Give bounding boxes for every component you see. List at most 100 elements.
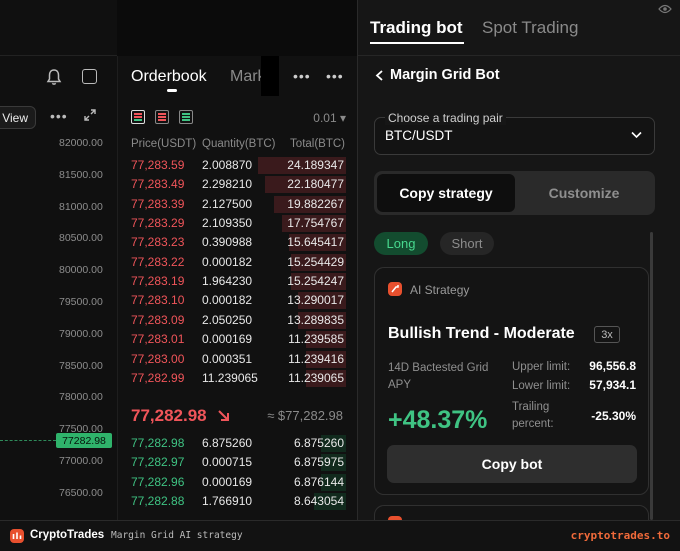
logo-icon [10, 529, 24, 543]
precision-select[interactable]: 0.01 ▾ [313, 111, 346, 125]
trading-pair-value: BTC/USDT [385, 128, 453, 143]
more-horizontal-icon[interactable]: ••• [326, 68, 344, 84]
ask-row[interactable]: 77,283.49 2.298210 22.180477 [118, 175, 358, 194]
row-total: 13.290017 [287, 293, 344, 308]
row-price: 77,283.59 [131, 158, 185, 172]
row-quantity: 2.008870 [202, 158, 253, 172]
last-price-fiat: ≈ $77,282.98 [267, 408, 343, 423]
apy-value: +48.37% [388, 406, 488, 434]
copy-bot-button[interactable]: Copy bot [387, 445, 637, 483]
row-total: 11.239065 [288, 370, 344, 385]
expand-icon[interactable] [83, 108, 97, 122]
more-horizontal-icon[interactable]: ••• [293, 68, 311, 84]
lower-limit-value: 57,934.1 [589, 378, 636, 392]
ask-row[interactable]: 77,283.09 2.050250 13.289835 [118, 311, 358, 330]
row-price: 77,282.97 [131, 455, 185, 470]
row-quantity: 2.127500 [202, 196, 253, 211]
ai-strategy-badge: AI Strategy [410, 283, 470, 297]
view-button[interactable]: View [0, 106, 36, 129]
view-both-icon[interactable] [131, 110, 145, 124]
upper-limit-label: Upper limit: [512, 361, 571, 373]
row-quantity: 2.298210 [202, 177, 253, 192]
row-total: 6.876144 [293, 474, 344, 489]
last-price: 77,282.98 [131, 406, 207, 425]
row-quantity: 0.000182 [202, 293, 253, 308]
bid-row[interactable]: 77,282.97 0.000715 6.875975 [118, 453, 358, 472]
view-asks-icon[interactable] [155, 110, 169, 124]
header-price: Price(USDT) [131, 138, 197, 150]
bid-row[interactable]: 77,282.96 0.000169 6.876144 [118, 473, 358, 492]
trading-pair-select[interactable]: Choose a trading pair BTC/USDT [374, 111, 655, 155]
mode-switch: Copy strategy Customize [374, 171, 655, 215]
lower-limit-label: Lower limit: [512, 380, 571, 392]
row-quantity: 2.109350 [202, 216, 253, 231]
scrollbar[interactable] [650, 232, 653, 520]
ask-row[interactable]: 77,282.99 11.239065 11.239065 [118, 369, 358, 388]
price-axis-label: 79500.00 [59, 296, 103, 308]
row-total: 24.189347 [287, 158, 344, 172]
row-price: 77,283.10 [131, 293, 185, 308]
long-toggle[interactable]: Long [374, 232, 428, 255]
price-axis-label: 78500.00 [59, 359, 103, 372]
price-axis-label: 82000.00 [59, 137, 103, 149]
tab-spot-trading[interactable]: Spot Trading [482, 18, 578, 38]
row-quantity: 0.390988 [202, 235, 253, 250]
row-price: 77,283.01 [131, 332, 185, 347]
row-quantity: 1.766910 [202, 494, 253, 509]
price-axis-label: 79000.00 [59, 327, 103, 340]
row-price: 77,283.19 [131, 274, 185, 289]
row-total: 6.875975 [293, 455, 344, 470]
ask-row[interactable]: 77,283.39 2.127500 19.882267 [118, 195, 358, 214]
row-price: 77,283.49 [131, 177, 185, 192]
bid-row[interactable]: 77,282.88 1.766910 8.643054 [118, 492, 358, 511]
orderbook-panel: Orderbook Mark ••• ••• 0.01 ▾ Price(USDT… [117, 56, 357, 520]
ask-row[interactable]: 77,283.59 2.008870 24.189347 [118, 156, 358, 175]
eye-icon[interactable] [658, 4, 672, 14]
ask-row[interactable]: 77,283.10 0.000182 13.290017 [118, 291, 358, 310]
price-axis-label: 80000.00 [59, 264, 103, 277]
footer: CryptoTrades Margin Grid AI strategy cry… [0, 520, 680, 551]
row-quantity: 0.000351 [202, 351, 253, 366]
trailing-percent-value: -25.30% [591, 409, 636, 423]
short-toggle[interactable]: Short [440, 232, 494, 255]
row-quantity: 0.000169 [202, 332, 253, 347]
header-total: Total(BTC) [290, 138, 345, 150]
row-price: 77,282.88 [131, 494, 185, 509]
ask-row[interactable]: 77,283.01 0.000169 11.239585 [118, 330, 358, 349]
price-axis-label: 81000.00 [59, 200, 103, 213]
ask-row[interactable]: 77,283.29 2.109350 17.754767 [118, 214, 358, 233]
tab-trading-bot[interactable]: Trading bot [370, 18, 463, 38]
row-total: 15.254429 [287, 254, 344, 269]
row-total: 15.254247 [287, 274, 344, 289]
page-title: Margin Grid Bot [390, 67, 500, 83]
chevron-down-icon [631, 131, 642, 139]
layout-square-icon[interactable] [82, 69, 97, 84]
arrow-down-right-icon [218, 410, 229, 421]
brand-name: CryptoTrades [30, 529, 105, 541]
row-total: 11.239416 [288, 351, 344, 366]
bid-row[interactable]: 77,282.98 6.875260 6.875260 [118, 434, 358, 453]
copy-strategy-tab[interactable]: Copy strategy [377, 174, 515, 212]
ask-row[interactable]: 77,283.19 1.964230 15.254247 [118, 272, 358, 291]
ask-row[interactable]: 77,283.00 0.000351 11.239416 [118, 350, 358, 369]
ask-row[interactable]: 77,283.23 0.390988 15.645417 [118, 233, 358, 252]
row-price: 77,283.23 [131, 235, 185, 250]
more-horizontal-icon[interactable]: ••• [50, 108, 68, 124]
row-price: 77,282.99 [131, 370, 185, 385]
tab-underline [370, 42, 464, 44]
row-total: 6.875260 [293, 436, 344, 450]
leverage-badge: 3x [594, 326, 620, 343]
view-bids-icon[interactable] [179, 110, 193, 124]
row-quantity: 2.050250 [202, 312, 253, 327]
customize-tab[interactable]: Customize [515, 174, 653, 212]
bot-panel: Trading bot Spot Trading Margin Grid Bot… [357, 0, 680, 535]
upper-limit-value: 96,556.8 [589, 359, 636, 373]
tab-orderbook[interactable]: Orderbook [131, 68, 207, 86]
bell-icon[interactable] [46, 68, 62, 86]
row-price: 77,282.98 [131, 436, 185, 450]
price-axis-label: 76500.00 [59, 486, 103, 499]
footer-site-link[interactable]: cryptotrades.to [571, 529, 670, 542]
chevron-left-icon[interactable] [375, 70, 384, 81]
ask-row[interactable]: 77,283.22 0.000182 15.254429 [118, 253, 358, 272]
strategy-card[interactable]: AI Strategy Bullish Trend - Moderate 3x … [374, 267, 649, 495]
